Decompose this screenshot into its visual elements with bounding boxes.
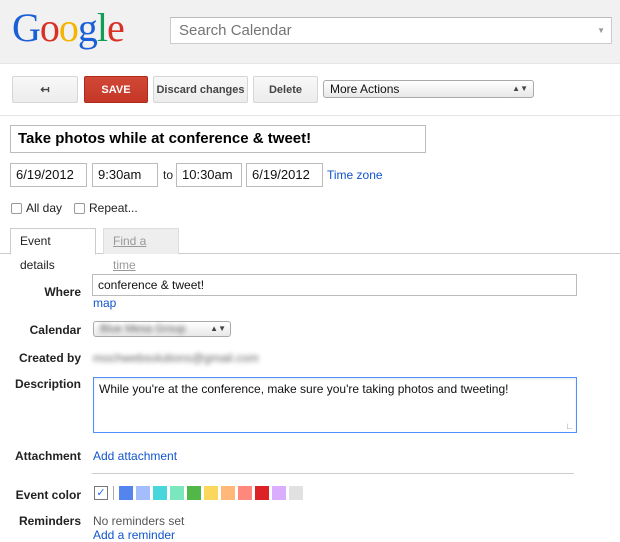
description-text: While you're at the conference, make sur… [99,382,509,396]
end-date-input[interactable]: 6/19/2012 [246,163,323,187]
attachment-label: Attachment [14,449,81,463]
reminders-label: Reminders [18,514,81,528]
created-by-label: Created by [18,351,81,365]
color-swatch[interactable] [153,486,167,500]
description-textarea[interactable]: While you're at the conference, make sur… [93,377,577,433]
add-reminder-link[interactable]: Add a reminder [93,528,175,542]
color-swatch[interactable] [187,486,201,500]
updown-arrows-icon: ▲▼ [210,324,226,333]
event-title-input[interactable]: Take photos while at conference & tweet! [10,125,426,153]
color-swatches: ✓ [94,486,306,500]
default-color-checkmark-icon[interactable]: ✓ [94,486,108,500]
divider [92,473,574,474]
checkbox-icon[interactable] [74,202,85,214]
color-swatch[interactable] [119,486,133,500]
logo-letter: g [77,5,98,50]
back-button[interactable]: ↤ [12,76,78,103]
add-attachment-link[interactable]: Add attachment [93,449,177,463]
all-day-label: All day [26,201,63,215]
logo-letter: o [39,5,60,50]
logo-letter: l [96,5,108,50]
google-logo[interactable]: Google [12,5,125,50]
no-reminders-text: No reminders set [93,514,185,528]
map-link[interactable]: map [93,296,116,310]
start-date-input[interactable]: 6/19/2012 [10,163,87,187]
color-swatch[interactable] [289,486,303,500]
created-by-value: mochwebsolutions@gmail.com [93,351,259,365]
logo-letter: e [107,5,125,50]
color-swatch[interactable] [170,486,184,500]
swatch-separator [113,486,114,500]
search-box[interactable]: ▼ [170,17,612,44]
repeat-label: Repeat... [89,201,138,215]
tab-bar: Event details Find a time [0,228,620,272]
discard-changes-button[interactable]: Discard changes [153,76,248,103]
color-swatch[interactable] [255,486,269,500]
repeat-checkbox[interactable]: Repeat... [74,201,138,215]
more-actions-label: More Actions [330,82,400,96]
where-input[interactable]: conference & tweet! [92,274,577,296]
search-input[interactable] [171,18,591,43]
description-label: Description [14,377,81,391]
calendar-value: Blue Mesa Group [100,323,186,335]
search-dropdown-icon[interactable]: ▼ [597,26,605,35]
where-label: Where [44,285,81,299]
start-time-input[interactable]: 9:30am [92,163,158,187]
toolbar: ↤ SAVE Discard changes Delete More Actio… [0,64,620,116]
tab-find-a-time[interactable]: Find a time [103,228,179,272]
color-swatch[interactable] [272,486,286,500]
calendar-label: Calendar [29,323,81,337]
event-color-label: Event color [15,488,81,502]
color-swatch[interactable] [204,486,218,500]
save-button[interactable]: SAVE [84,76,148,103]
color-swatch[interactable] [221,486,235,500]
checkbox-icon[interactable] [11,202,22,214]
logo-letter: o [58,5,79,50]
updown-arrows-icon: ▲▼ [512,84,528,93]
color-swatch[interactable] [136,486,150,500]
logo-letter: G [12,5,41,50]
top-bar: Google ▼ [0,0,620,64]
to-label: to [163,168,174,182]
end-time-input[interactable]: 10:30am [176,163,242,187]
all-day-checkbox[interactable]: All day [11,201,62,215]
resize-grip-icon[interactable]: ∟ [565,421,574,431]
time-zone-link[interactable]: Time zone [327,168,383,182]
color-swatch[interactable] [238,486,252,500]
more-actions-select[interactable]: More Actions ▲▼ [323,80,534,98]
calendar-select[interactable]: Blue Mesa Group ▲▼ [93,321,231,337]
tab-event-details[interactable]: Event details [10,228,96,272]
delete-button[interactable]: Delete [253,76,318,103]
